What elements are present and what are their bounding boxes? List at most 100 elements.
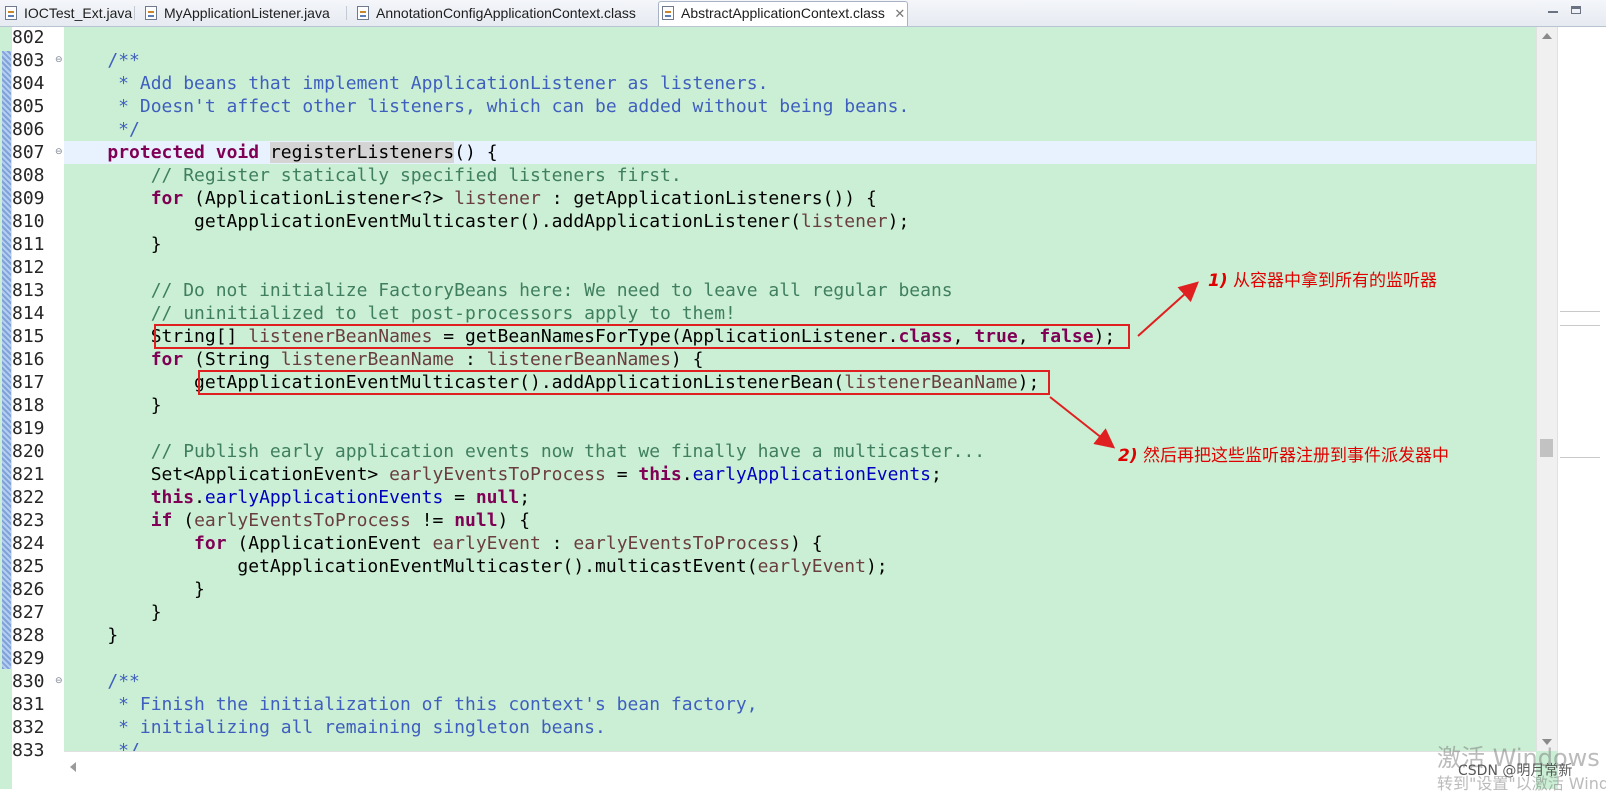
fold-toggle-icon[interactable]: ⊖ bbox=[55, 141, 63, 164]
minimize-icon[interactable] bbox=[1546, 5, 1560, 17]
annotation-note-1: 1) 从容器中拿到所有的监听器 bbox=[1208, 266, 1437, 291]
highlight-box-line-815 bbox=[154, 324, 1130, 349]
scroll-left-icon[interactable] bbox=[70, 762, 76, 772]
code-token: /** bbox=[107, 50, 140, 71]
line-number: 803 bbox=[12, 50, 45, 71]
code-token: ) { bbox=[497, 510, 531, 531]
code-line[interactable]: */ bbox=[64, 118, 1536, 141]
code-line[interactable]: if (earlyEventsToProcess != null) { bbox=[64, 509, 1536, 532]
note-1-number: 1) bbox=[1208, 271, 1228, 291]
code-token: // Do not initialize FactoryBeans here: … bbox=[150, 280, 953, 301]
line-number: 812 bbox=[12, 257, 45, 278]
code-line[interactable]: } bbox=[64, 624, 1536, 647]
code-token: earlyEventsToProcess bbox=[389, 464, 606, 485]
code-line[interactable]: * Add beans that implement ApplicationLi… bbox=[64, 72, 1536, 95]
code-line[interactable]: this.earlyApplicationEvents = null; bbox=[64, 486, 1536, 509]
horizontal-scrollbar[interactable] bbox=[64, 751, 1536, 790]
maximize-icon[interactable] bbox=[1570, 5, 1584, 17]
code-token: = bbox=[443, 487, 476, 508]
code-token: // uninitialized to let post-processors … bbox=[150, 303, 736, 324]
code-token: earlyEvent bbox=[757, 556, 866, 577]
line-number: 832 bbox=[12, 717, 45, 738]
code-line[interactable]: Set<ApplicationEvent> earlyEventsToProce… bbox=[64, 463, 1536, 486]
fold-toggle-icon[interactable]: ⊖ bbox=[55, 670, 63, 693]
code-token: // Register statically specified listene… bbox=[150, 165, 682, 186]
line-number: 819 bbox=[12, 418, 45, 439]
code-line[interactable]: } bbox=[64, 601, 1536, 624]
code-token: : getApplicationListeners()) { bbox=[540, 188, 877, 209]
code-token: } bbox=[64, 625, 119, 646]
tab-label: AbstractApplicationContext.class bbox=[681, 5, 885, 21]
code-line[interactable]: } bbox=[64, 233, 1536, 256]
code-line[interactable]: } bbox=[64, 578, 1536, 601]
code-token: ; bbox=[519, 487, 531, 508]
line-number: 820 bbox=[12, 441, 45, 462]
code-token: earlyApplicationEvents bbox=[692, 464, 931, 485]
code-line[interactable]: * initializing all remaining singleton b… bbox=[64, 716, 1536, 739]
code-line[interactable]: getApplicationEventMulticaster().multica… bbox=[64, 555, 1536, 578]
code-line[interactable] bbox=[64, 417, 1536, 440]
code-line[interactable]: } bbox=[64, 394, 1536, 417]
line-number: 821 bbox=[12, 464, 45, 485]
line-number: 818 bbox=[12, 395, 45, 416]
code-token: . bbox=[194, 487, 205, 508]
tab-iotest-ext[interactable]: IOCTest_Ext.java bbox=[2, 2, 132, 24]
code-token: ) { bbox=[790, 533, 823, 554]
code-line[interactable]: /** bbox=[64, 670, 1536, 693]
line-number: 828 bbox=[12, 625, 45, 646]
code-token: ( bbox=[172, 510, 195, 531]
tab-abstractapplicationcontext[interactable]: AbstractApplicationContext.class ✕ bbox=[658, 1, 908, 26]
tab-label: MyApplicationListener.java bbox=[164, 5, 330, 21]
code-line[interactable]: * Doesn't affect other listeners, which … bbox=[64, 95, 1536, 118]
code-line[interactable]: // uninitialized to let post-processors … bbox=[64, 302, 1536, 325]
code-line[interactable]: * Finish the initialization of this cont… bbox=[64, 693, 1536, 716]
code-token: ); bbox=[887, 211, 910, 232]
fold-toggle-icon[interactable]: ⊖ bbox=[55, 49, 63, 72]
line-number: 811 bbox=[12, 234, 45, 255]
code-line[interactable]: for (ApplicationEvent earlyEvent : early… bbox=[64, 532, 1536, 555]
code-line[interactable] bbox=[64, 26, 1536, 49]
code-token: listener bbox=[454, 188, 541, 209]
close-tab-icon[interactable]: ✕ bbox=[893, 3, 907, 25]
tab-label: AnnotationConfigApplicationContext.class bbox=[376, 5, 636, 21]
line-number: 806 bbox=[12, 119, 45, 140]
code-line[interactable]: /** bbox=[64, 49, 1536, 72]
code-line[interactable] bbox=[64, 647, 1536, 670]
code-token: * initializing all remaining singleton b… bbox=[64, 717, 606, 738]
overview-marker bbox=[1560, 311, 1600, 312]
code-token: this bbox=[150, 487, 195, 508]
code-token: : bbox=[540, 533, 574, 554]
vertical-scrollbar[interactable] bbox=[1536, 27, 1557, 751]
code-token: ) { bbox=[670, 349, 704, 370]
code-token: listenerBeanNames bbox=[486, 349, 671, 370]
code-line[interactable]: for (ApplicationListener<?> listener : g… bbox=[64, 187, 1536, 210]
code-line[interactable]: for (String listenerBeanName : listenerB… bbox=[64, 348, 1536, 371]
code-line[interactable]: getApplicationEventMulticaster().addAppl… bbox=[64, 210, 1536, 233]
code-token: getApplicationEventMulticaster().multica… bbox=[64, 556, 758, 577]
code-token: * Doesn't affect other listeners, which … bbox=[64, 96, 910, 117]
tab-myapplicationlistener[interactable]: MyApplicationListener.java bbox=[142, 2, 330, 24]
code-token: if bbox=[150, 510, 173, 531]
code-token: protected bbox=[107, 142, 205, 163]
line-number: 825 bbox=[12, 556, 45, 577]
class-file-icon bbox=[357, 6, 369, 20]
editor-tab-bar: IOCTest_Ext.java MyApplicationListener.j… bbox=[0, 0, 1606, 27]
java-file-icon bbox=[5, 6, 17, 20]
code-token: null bbox=[475, 487, 520, 508]
scroll-thumb[interactable] bbox=[1540, 439, 1553, 457]
overview-marker bbox=[1560, 325, 1600, 326]
tab-annotationconfigapplicationcontext[interactable]: AnnotationConfigApplicationContext.class bbox=[354, 2, 636, 24]
line-number: 822 bbox=[12, 487, 45, 508]
code-line[interactable]: protected void registerListeners() { bbox=[64, 141, 1536, 164]
code-token: listener bbox=[800, 211, 888, 232]
code-token: Set<ApplicationEvent> bbox=[64, 464, 390, 485]
code-line[interactable]: // Register statically specified listene… bbox=[64, 164, 1536, 187]
line-number: 813 bbox=[12, 280, 45, 301]
code-token: earlyEventsToProcess bbox=[573, 533, 791, 554]
code-editor: /** * Add beans that implement Applicati… bbox=[0, 26, 1606, 790]
code-token: = bbox=[605, 464, 639, 485]
scroll-up-icon[interactable] bbox=[1542, 33, 1552, 39]
